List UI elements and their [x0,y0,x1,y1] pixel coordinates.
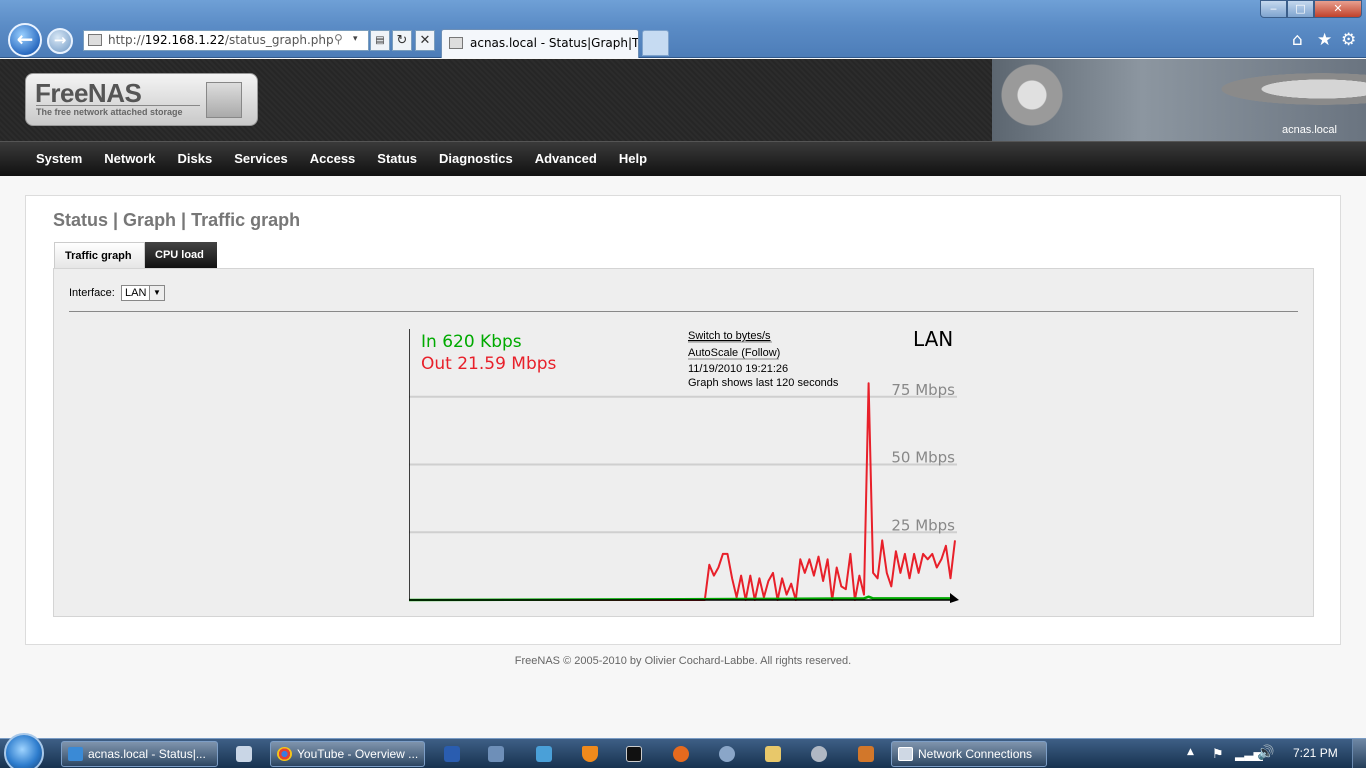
chrome-icon [277,747,292,761]
taskbar-item-label: acnas.local - Status|... [88,747,206,761]
tray-expand-icon[interactable]: ▲ [1187,747,1194,757]
app-icon[interactable] [858,746,874,762]
hostname: acnas.local [1281,124,1337,136]
tools-gear-icon[interactable]: ⚙ [1341,30,1356,50]
taskbar: acnas.local - Status|... YouTube - Overv… [0,733,1366,768]
home-icon[interactable]: ⌂ [1292,30,1303,50]
tab-page-icon [449,37,463,49]
start-button[interactable] [4,733,44,768]
back-button[interactable]: ← [8,23,42,57]
ie-icon [68,747,83,761]
nav-item-status[interactable]: Status [366,142,428,176]
show-desktop-button[interactable] [1352,739,1366,768]
taskbar-item-label: Network Connections [918,747,1033,761]
compatibility-icon: ▤ [375,35,385,46]
nav-item-disks[interactable]: Disks [167,142,224,176]
interface-select-value: LAN [125,287,147,299]
chevron-down-icon: ▼ [149,286,164,300]
page-title: Status | Graph | Traffic graph [53,210,301,230]
nav-item-diagnostics[interactable]: Diagnostics [428,142,524,176]
graph-window-note: Graph shows last 120 seconds [688,377,839,389]
volume-icon[interactable]: 🔊 [1257,745,1274,761]
new-tab-button[interactable] [642,30,669,56]
nav-item-network[interactable]: Network [93,142,166,176]
forward-arrow-icon: → [53,31,67,49]
minimize-icon: ‒ [1270,2,1277,15]
chart-title: LAN [913,327,953,351]
taskbar-item-network-connections[interactable]: Network Connections [891,741,1047,767]
y-tick-label: 25 Mbps [891,516,955,534]
tab-body: Interface: LAN ▼ 75 Mbps 50 Mbps 25 Mbps I… [53,268,1314,617]
nav-item-advanced[interactable]: Advanced [524,142,608,176]
maximize-icon: □ [1295,2,1306,15]
firefox-icon[interactable] [673,746,689,762]
network-connections-icon [898,747,913,761]
back-arrow-icon: ← [16,27,34,51]
taskbar-item-ie[interactable]: acnas.local - Status|... [61,741,218,767]
url-prefix: http:// [108,33,145,47]
address-bar[interactable]: http://192.168.1.22/status_graph.php [83,30,369,51]
nav-item-access[interactable]: Access [299,142,367,176]
autoscale-link[interactable]: AutoScale (Follow) [688,347,780,359]
close-button[interactable]: ✕ [1314,0,1362,18]
freenas-header: FreeNAS The free network attached storag… [0,59,1366,141]
globe-icon[interactable] [719,746,735,762]
traffic-graph: 75 Mbps 50 Mbps 25 Mbps In 620 Kbps Out 21… [409,324,969,614]
clock[interactable]: 7:21 PM [1293,746,1338,760]
url-host: 192.168.1.22 [144,33,225,47]
network-icon[interactable] [488,746,504,762]
footer-copyright: FreeNAS © 2005-2010 by Olivier Cochard-L… [514,655,852,667]
address-dropdown-icon[interactable]: ▾ [353,34,358,44]
compatibility-view-button[interactable]: ▤ [370,30,390,51]
y-tick-label: 50 Mbps [891,449,955,467]
out-rate-label: Out 21.59 Mbps [421,354,557,374]
stop-icon: ✕ [419,33,431,48]
maximize-button[interactable]: □ [1287,0,1314,18]
browser-chrome: ← → http://192.168.1.22/status_graph.php… [0,0,1366,58]
interface-label: Interface: [69,287,115,299]
taskbar-item-chrome[interactable]: YouTube - Overview ... [270,741,425,767]
interface-select[interactable]: LAN ▼ [121,285,165,301]
nav-item-help[interactable]: Help [608,142,658,176]
minimize-button[interactable]: ‒ [1260,0,1287,18]
stop-button[interactable]: ✕ [415,30,435,51]
graph-timestamp: 11/19/2010 19:21:26 [688,363,788,375]
logo-drive-icon [206,82,242,118]
folder-icon[interactable] [765,746,781,762]
y-tick-label: 75 Mbps [891,381,955,399]
main-nav: System Network Disks Services Access Sta… [0,141,1366,176]
search-icon[interactable]: ⚲ [334,32,343,46]
freenas-logo[interactable]: FreeNAS The free network attached storag… [25,73,258,126]
taskbar-item-label: YouTube - Overview ... [297,747,419,761]
action-center-flag-icon[interactable]: ⚑ [1212,747,1224,762]
browser-tab-title: acnas.local - Status|Graph|Tra... [470,36,638,50]
media-player-icon[interactable] [811,746,827,762]
refresh-icon: ↻ [396,33,408,48]
forward-button[interactable]: → [47,28,73,54]
tab-traffic-graph[interactable]: Traffic graph [54,242,145,268]
in-rate-label: In 620 Kbps [421,332,522,352]
logo-subtitle: The free network attached storage [36,107,183,117]
notepad-icon[interactable] [236,746,252,762]
refresh-button[interactable]: ↻ [392,30,412,51]
command-prompt-icon[interactable] [626,746,642,762]
close-icon: ✕ [1333,2,1343,15]
divider [69,311,1298,312]
content-panel: Status | Graph | Traffic graph Traffic g… [25,195,1341,645]
browser-tab-active[interactable]: acnas.local - Status|Graph|Tra... [441,29,639,58]
nav-item-services[interactable]: Services [223,142,299,176]
bluetooth-icon[interactable] [444,746,460,762]
vlc-icon[interactable] [582,746,598,762]
tab-cpu-load[interactable]: CPU load [145,242,217,268]
switch-units-link[interactable]: Switch to bytes/s [688,330,771,342]
nav-item-system[interactable]: System [25,142,93,176]
favorites-star-icon[interactable]: ★ [1317,30,1332,50]
url-path: /status_graph.php [224,33,334,47]
logo-divider [36,105,200,106]
page-icon [88,34,102,46]
app-icon[interactable] [536,746,552,762]
